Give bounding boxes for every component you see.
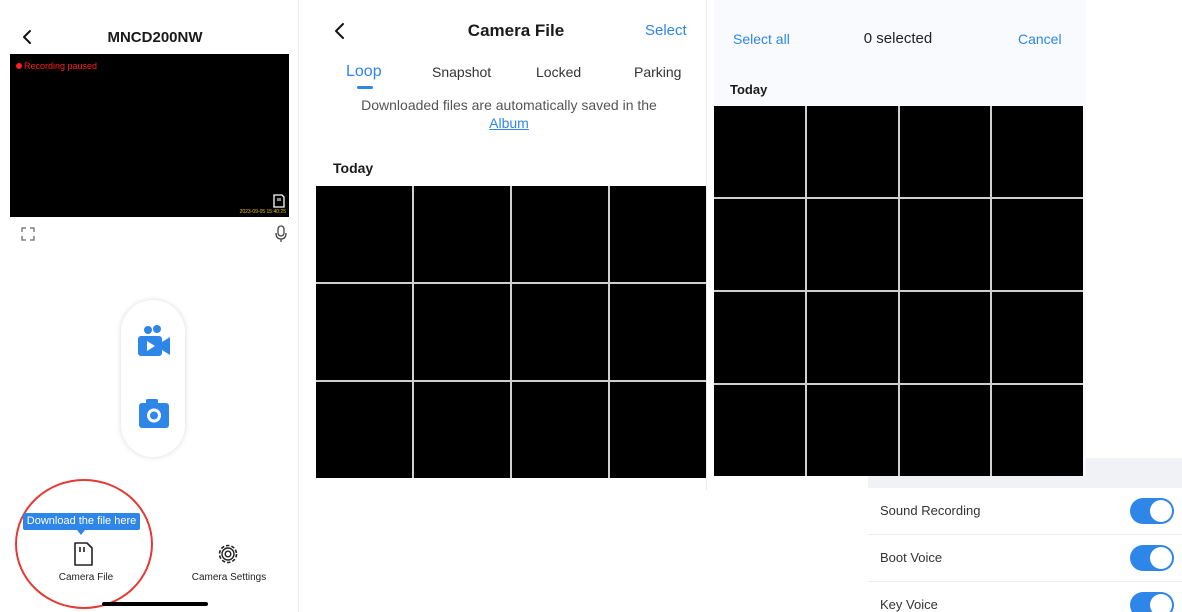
camera-file-button[interactable]: Camera File xyxy=(48,540,124,586)
key-voice-toggle[interactable] xyxy=(1130,592,1174,612)
record-video-button[interactable] xyxy=(135,322,173,360)
camera-settings-button[interactable]: Camera Settings xyxy=(184,542,274,588)
toggle-knob xyxy=(1150,547,1172,569)
thumbnail[interactable] xyxy=(806,292,898,383)
select-button[interactable]: Select xyxy=(645,22,687,39)
page-title: Camera File xyxy=(467,21,565,40)
recording-dot-icon xyxy=(16,63,22,69)
thumbnail[interactable] xyxy=(806,199,898,290)
capture-controls xyxy=(121,300,185,457)
tooltip-arrow xyxy=(77,530,85,535)
setting-row-key-voice: Key Voice xyxy=(868,582,1182,612)
setting-label: Sound Recording xyxy=(880,503,981,518)
thumbnail[interactable] xyxy=(610,284,706,380)
thumbnail[interactable] xyxy=(899,385,991,476)
download-tooltip: Download the file here xyxy=(23,513,140,530)
home-indicator xyxy=(102,602,208,606)
live-view-panel: MNCD200NW Recording paused 2023-09-05 15… xyxy=(0,0,298,612)
select-all-button[interactable]: Select all xyxy=(733,31,790,47)
thumbnail[interactable] xyxy=(512,382,608,478)
thumbnail[interactable] xyxy=(714,106,805,197)
thumbnail[interactable] xyxy=(316,382,412,478)
fullscreen-button[interactable] xyxy=(20,226,36,242)
divider xyxy=(298,0,299,612)
back-chevron-icon xyxy=(23,30,31,44)
sd-card-icon xyxy=(74,542,93,566)
back-chevron-icon xyxy=(335,23,344,39)
thumbnail[interactable] xyxy=(714,385,805,476)
thumbnail[interactable] xyxy=(899,199,991,290)
thumbnail-grid xyxy=(714,106,1083,476)
back-button[interactable] xyxy=(332,20,348,42)
cancel-button[interactable]: Cancel xyxy=(1018,31,1062,47)
page-title: MNCD200NW xyxy=(107,29,203,46)
toggle-knob xyxy=(1150,594,1172,612)
thumbnail[interactable] xyxy=(414,284,510,380)
tab-snapshot[interactable]: Snapshot xyxy=(432,64,491,80)
thumbnail[interactable] xyxy=(992,106,1083,197)
tab-parking[interactable]: Parking xyxy=(634,64,681,80)
recording-status: Recording paused xyxy=(16,61,97,71)
selected-count: 0 selected xyxy=(863,30,933,47)
thumbnail[interactable] xyxy=(414,186,510,282)
camera-settings-label: Camera Settings xyxy=(191,572,267,583)
thumbnail-grid xyxy=(316,186,706,478)
setting-label: Boot Voice xyxy=(880,550,943,565)
microphone-button[interactable] xyxy=(274,225,288,243)
video-record-icon xyxy=(138,325,170,356)
setting-label: Key Voice xyxy=(880,597,938,612)
notice-text: Downloaded files are automatically saved… xyxy=(361,97,657,113)
download-notice: Downloaded files are automatically saved… xyxy=(354,96,664,132)
thumbnail[interactable] xyxy=(316,284,412,380)
thumbnail[interactable] xyxy=(899,106,991,197)
thumbnail[interactable] xyxy=(992,199,1083,290)
snapshot-button[interactable] xyxy=(137,396,171,430)
snapshot-camera-icon xyxy=(139,399,169,428)
tab-loop[interactable]: Loop xyxy=(346,63,382,81)
thumbnail[interactable] xyxy=(610,382,706,478)
select-mode-panel: Select all 0 selected Cancel Today xyxy=(714,0,1086,476)
tab-indicator xyxy=(357,86,373,89)
album-link[interactable]: Album xyxy=(489,115,529,131)
divider xyxy=(706,0,707,490)
thumbnail[interactable] xyxy=(610,186,706,282)
thumbnail[interactable] xyxy=(512,284,608,380)
thumbnail[interactable] xyxy=(414,382,510,478)
sd-card-button[interactable] xyxy=(272,194,286,208)
fullscreen-icon xyxy=(21,227,35,241)
thumbnail[interactable] xyxy=(992,292,1083,383)
video-preview[interactable]: Recording paused 2023-09-05 15:40:25 xyxy=(10,54,289,217)
thumbnail[interactable] xyxy=(992,385,1083,476)
microphone-icon xyxy=(275,225,287,242)
settings-panel: Video Sound Recording Boot Voice Key Voi… xyxy=(868,458,1182,612)
section-title: Today xyxy=(730,82,768,97)
boot-voice-toggle[interactable] xyxy=(1130,545,1174,571)
toggle-knob xyxy=(1150,500,1172,522)
back-button[interactable] xyxy=(20,27,36,47)
thumbnail[interactable] xyxy=(806,106,898,197)
camera-file-label: Camera File xyxy=(58,572,114,583)
thumbnail[interactable] xyxy=(806,385,898,476)
gear-icon xyxy=(218,544,238,564)
thumbnail[interactable] xyxy=(316,186,412,282)
sd-card-icon xyxy=(273,194,285,208)
thumbnail[interactable] xyxy=(899,292,991,383)
thumbnail[interactable] xyxy=(714,292,805,383)
setting-row-boot-voice: Boot Voice xyxy=(868,535,1182,582)
thumbnail[interactable] xyxy=(714,199,805,290)
sound-recording-toggle[interactable] xyxy=(1130,498,1174,524)
camera-file-panel: Camera File Select Loop Snapshot Locked … xyxy=(316,0,706,490)
setting-row-sound-recording: Sound Recording xyxy=(868,488,1182,535)
thumbnail[interactable] xyxy=(512,186,608,282)
timestamp: 2023-09-05 15:40:25 xyxy=(239,209,286,215)
tab-locked[interactable]: Locked xyxy=(536,64,581,80)
section-title: Today xyxy=(333,160,374,176)
